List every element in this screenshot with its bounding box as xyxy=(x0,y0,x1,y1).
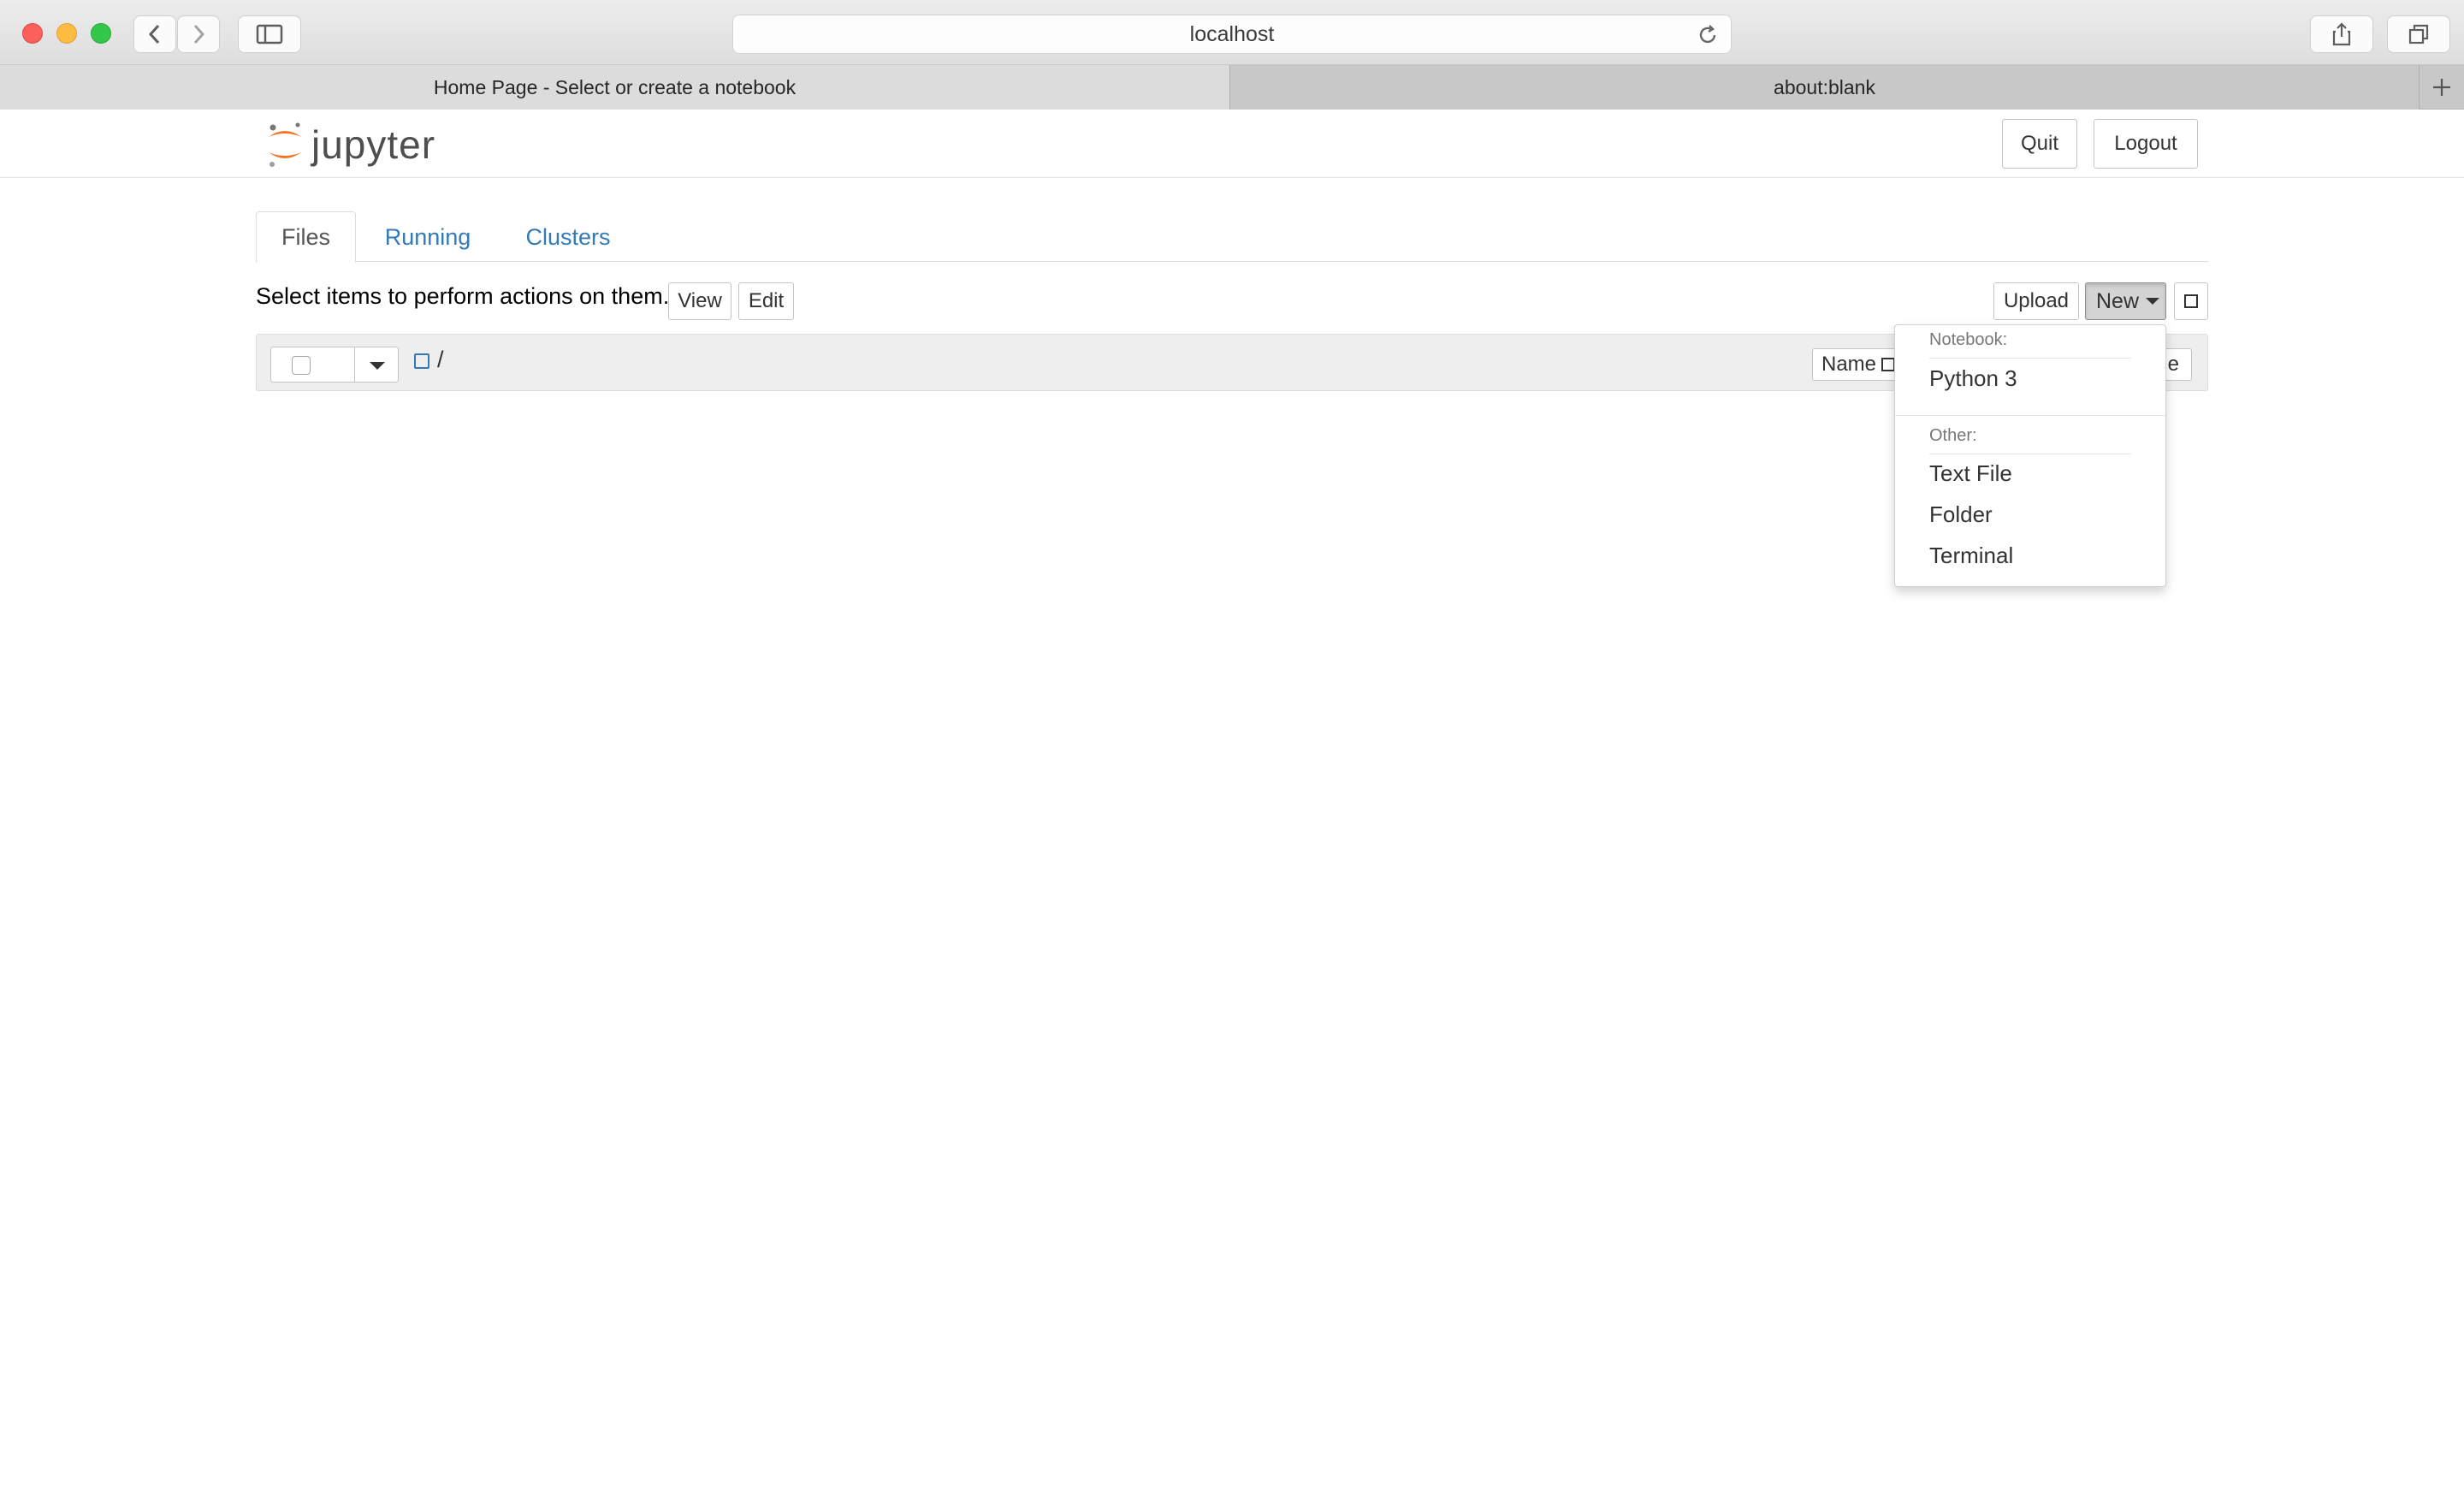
menu-item-python3[interactable]: Python 3 xyxy=(1929,365,2017,392)
new-button-label: New xyxy=(2096,288,2140,313)
sort-icon xyxy=(1881,358,1896,371)
tab-files-label: Files xyxy=(281,223,330,250)
back-button[interactable] xyxy=(133,15,176,53)
jupyter-logo[interactable]: jupyter xyxy=(265,120,435,169)
menu-item-folder[interactable]: Folder xyxy=(1929,501,1993,528)
edit-button[interactable]: Edit xyxy=(738,282,794,320)
browser-tab-title: about:blank xyxy=(1774,75,1875,98)
jupyter-header: jupyter Quit Logout xyxy=(0,110,2464,178)
browser-tab-bar: Home Page - Select or create a notebook … xyxy=(0,65,2464,110)
browser-tab-home[interactable]: Home Page - Select or create a notebook xyxy=(0,65,1230,110)
tab-running[interactable]: Running xyxy=(369,211,487,263)
zoom-window-button[interactable] xyxy=(91,23,111,44)
minimize-window-button[interactable] xyxy=(56,23,77,44)
browser-tab-title: Home Page - Select or create a notebook xyxy=(433,75,797,98)
section-rule xyxy=(1929,358,2131,359)
tab-clusters-label: Clusters xyxy=(525,223,611,250)
tab-files[interactable]: Files xyxy=(256,211,356,263)
sort-modified-label: e xyxy=(2167,353,2179,376)
breadcrumb[interactable]: / xyxy=(437,347,444,373)
new-dropdown-menu: Notebook: Python 3 Other: Text File Fold… xyxy=(1894,324,2166,587)
caret-down-icon[interactable] xyxy=(370,362,385,370)
logo-text: jupyter xyxy=(311,122,436,167)
upload-button[interactable]: Upload xyxy=(1993,282,2079,320)
sidebar-icon xyxy=(256,24,283,44)
folder-icon[interactable] xyxy=(414,353,429,369)
refresh-button[interactable] xyxy=(2174,282,2208,320)
share-icon xyxy=(2332,22,2351,46)
forward-icon xyxy=(193,24,205,44)
close-window-button[interactable] xyxy=(22,23,43,44)
address-text: localhost xyxy=(1189,21,1275,46)
share-button[interactable] xyxy=(2310,15,2373,53)
forward-button[interactable] xyxy=(177,15,220,53)
other-section-header: Other: xyxy=(1929,426,1977,445)
tabs-overview-icon xyxy=(2408,24,2429,44)
menu-divider xyxy=(1895,415,2165,416)
sidebar-button[interactable] xyxy=(238,15,301,53)
selection-hint: Select items to perform actions on them. xyxy=(256,283,670,309)
select-all-checkbox[interactable] xyxy=(292,356,311,375)
sort-name-label: Name xyxy=(1821,353,1877,376)
logout-button[interactable]: Logout xyxy=(2094,119,2198,169)
main-tabs: Files Running Clusters xyxy=(256,211,2208,263)
select-divider xyxy=(354,347,355,382)
notebook-section-header: Notebook: xyxy=(1929,330,2008,349)
refresh-icon xyxy=(2184,294,2198,308)
quit-button[interactable]: Quit xyxy=(2002,119,2077,169)
view-button[interactable]: View xyxy=(668,282,732,320)
select-all-control[interactable] xyxy=(270,347,399,383)
jupyter-logo-icon xyxy=(269,122,301,167)
new-tab-button[interactable] xyxy=(2420,65,2464,110)
browser-tab-blank[interactable]: about:blank xyxy=(1230,65,2420,110)
new-dropdown-button[interactable]: New xyxy=(2085,282,2166,320)
plus-icon xyxy=(2433,79,2450,96)
tab-clusters[interactable]: Clusters xyxy=(504,211,632,263)
browser-toolbar: localhost xyxy=(0,0,2464,65)
menu-item-text-file[interactable]: Text File xyxy=(1929,460,2012,487)
back-icon xyxy=(148,24,160,44)
tab-running-label: Running xyxy=(384,223,471,250)
reload-icon[interactable] xyxy=(1697,24,1719,46)
address-bar[interactable]: localhost xyxy=(732,15,1732,54)
tab-overview-button[interactable] xyxy=(2387,15,2450,53)
caret-down-icon xyxy=(2146,298,2160,305)
menu-item-terminal[interactable]: Terminal xyxy=(1929,543,2013,569)
